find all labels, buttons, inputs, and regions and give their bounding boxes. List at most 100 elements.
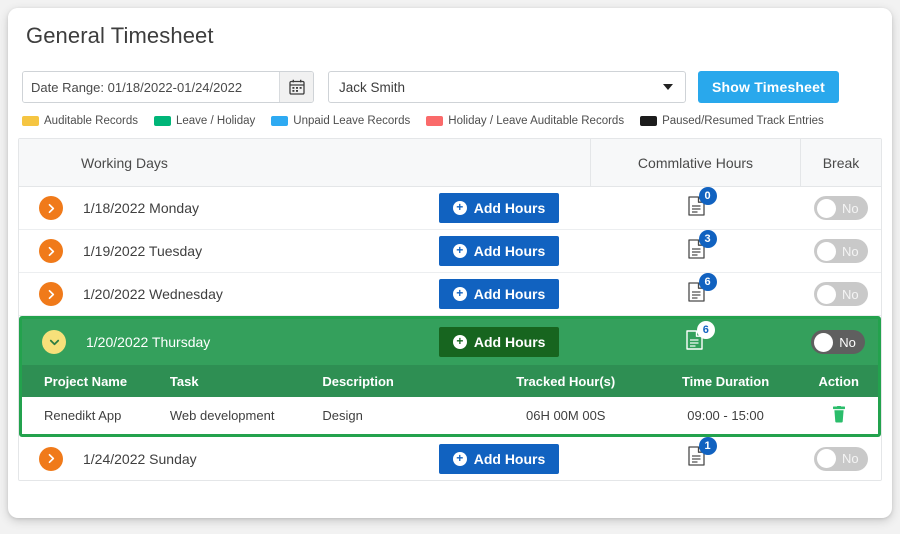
- plus-icon: +: [452, 201, 467, 215]
- add-hours-button[interactable]: + Add Hours: [439, 279, 559, 309]
- break-toggle[interactable]: No: [811, 330, 866, 354]
- document-icon[interactable]: 6: [686, 320, 715, 355]
- detail-column-task: Task: [169, 373, 199, 389]
- table-row[interactable]: 1/18/2022 Monday + Add Hours 0 No: [19, 186, 881, 230]
- toggle-knob: [817, 284, 836, 304]
- cell-cumulative-hours: 6: [590, 320, 799, 355]
- detail-description: Design: [322, 408, 363, 423]
- chevron-down-icon[interactable]: [42, 330, 66, 354]
- show-timesheet-button[interactable]: Show Timesheet: [698, 71, 840, 103]
- cell-cumulative-hours: 3: [591, 229, 801, 264]
- hours-count-badge: 1: [698, 437, 717, 455]
- timesheet-table: Working Days Commlative Hours Break 1/18…: [18, 138, 882, 481]
- table-row-expanded[interactable]: 1/20/2022 Thursday + Add Hours 6 No: [22, 319, 878, 365]
- plus-icon: +: [452, 451, 467, 466]
- plus-icon: +: [452, 287, 467, 301]
- legend-label: Holiday / Leave Auditable Records: [448, 115, 625, 127]
- detail-column-time-duration: Time Duration: [681, 373, 770, 389]
- toggle-label: No: [842, 243, 859, 259]
- employee-select[interactable]: Jack Smith: [328, 71, 686, 103]
- break-toggle[interactable]: No: [814, 446, 868, 471]
- detail-task: Web development: [169, 408, 275, 423]
- cell-working-day: 1/18/2022 Monday: [19, 196, 439, 220]
- document-icon[interactable]: 6: [687, 272, 717, 307]
- employee-select-value: Jack Smith: [339, 79, 406, 95]
- legend: Auditable Records Leave / Holiday Unpaid…: [8, 110, 892, 132]
- table-row[interactable]: 1/19/2022 Tuesday + Add Hours 3 No: [19, 229, 881, 273]
- date-range-group: [22, 71, 314, 103]
- cell-add-hours: + Add Hours: [439, 327, 590, 357]
- detail-column-project-name: Project Name: [44, 373, 128, 389]
- document-icon[interactable]: 1: [687, 437, 717, 471]
- cell-cumulative-hours: 0: [591, 186, 801, 221]
- legend-item: Unpaid Leave Records: [271, 115, 410, 127]
- cell-break: No: [801, 282, 881, 306]
- cell-break: No: [801, 446, 881, 471]
- break-toggle[interactable]: No: [814, 239, 868, 263]
- legend-item: Holiday / Leave Auditable Records: [426, 115, 624, 127]
- add-hours-button[interactable]: + Add Hours: [439, 327, 560, 357]
- column-header-cumulative-hours: Commlative Hours: [591, 139, 801, 186]
- add-hours-label: Add Hours: [473, 450, 546, 467]
- hours-count-badge: 0: [698, 186, 717, 205]
- day-label: 1/20/2022 Wednesday: [83, 286, 223, 302]
- legend-swatch-holiday-auditable: [426, 116, 444, 126]
- legend-label: Paused/Resumed Track Entries: [662, 115, 824, 127]
- page-title: General Timesheet: [26, 23, 214, 48]
- column-header-working-days: Working Days: [19, 139, 591, 186]
- cell-add-hours: + Add Hours: [439, 193, 591, 223]
- detail-column-action: Action: [818, 373, 859, 389]
- document-icon[interactable]: 3: [687, 229, 717, 264]
- plus-icon: +: [452, 244, 467, 258]
- date-range-input[interactable]: [23, 72, 279, 102]
- table-row[interactable]: 1/20/2022 Wednesday + Add Hours 6 No: [19, 272, 881, 316]
- cell-working-day: 1/20/2022 Thursday: [22, 330, 439, 354]
- detail-row: Renedikt App Web development Design 06H …: [22, 397, 878, 434]
- toggle-label: No: [842, 286, 859, 302]
- add-hours-label: Add Hours: [473, 334, 546, 350]
- toggle-knob: [817, 198, 836, 218]
- trash-icon[interactable]: [832, 405, 846, 426]
- cell-break: No: [799, 330, 878, 354]
- day-label: 1/18/2022 Monday: [83, 200, 199, 216]
- chevron-right-icon[interactable]: [39, 282, 63, 306]
- document-icon[interactable]: 0: [687, 186, 717, 221]
- chevron-right-icon[interactable]: [39, 196, 63, 220]
- cell-working-day: 1/20/2022 Wednesday: [19, 282, 439, 306]
- column-header-break: Break: [822, 154, 860, 171]
- day-label: 1/20/2022 Thursday: [86, 334, 211, 350]
- chevron-right-icon[interactable]: [39, 239, 63, 263]
- hours-count-badge: 3: [698, 229, 717, 248]
- detail-tracked-hours: 06H 00M 00S: [525, 408, 606, 423]
- hours-count-badge: 6: [698, 272, 717, 291]
- add-hours-button[interactable]: + Add Hours: [439, 443, 559, 474]
- title-bar: General Timesheet: [8, 8, 892, 64]
- cell-cumulative-hours: 1: [591, 437, 801, 471]
- legend-item: Leave / Holiday: [153, 115, 256, 127]
- add-hours-button[interactable]: + Add Hours: [439, 193, 559, 223]
- table-row[interactable]: 1/24/2022 Sunday + Add Hours 1 No: [19, 437, 881, 480]
- detail-header-row: Project Name Task Description Tracked Ho…: [22, 365, 878, 397]
- toggle-knob: [814, 332, 834, 352]
- add-hours-label: Add Hours: [473, 243, 546, 259]
- detail-time-duration: 09:00 - 15:00: [687, 408, 764, 423]
- calendar-icon[interactable]: [279, 72, 313, 102]
- legend-item: Paused/Resumed Track Entries: [640, 115, 824, 127]
- day-label: 1/24/2022 Sunday: [83, 450, 197, 467]
- toggle-knob: [817, 449, 836, 468]
- toggle-label: No: [839, 334, 856, 350]
- legend-swatch-leave-holiday: [153, 116, 171, 126]
- cell-add-hours: + Add Hours: [439, 236, 591, 266]
- add-hours-button[interactable]: + Add Hours: [439, 236, 559, 266]
- detail-column-tracked-hours: Tracked Hour(s): [516, 373, 616, 389]
- chevron-right-icon[interactable]: [39, 446, 63, 471]
- toggle-label: No: [842, 451, 859, 466]
- toggle-label: No: [842, 200, 859, 216]
- legend-label: Auditable Records: [44, 115, 138, 127]
- chevron-down-icon: [663, 84, 673, 90]
- break-toggle[interactable]: No: [814, 282, 868, 306]
- cell-cumulative-hours: 6: [591, 272, 801, 307]
- cell-working-day: 1/19/2022 Tuesday: [19, 239, 439, 263]
- legend-label: Leave / Holiday: [175, 115, 256, 127]
- break-toggle[interactable]: No: [814, 196, 868, 220]
